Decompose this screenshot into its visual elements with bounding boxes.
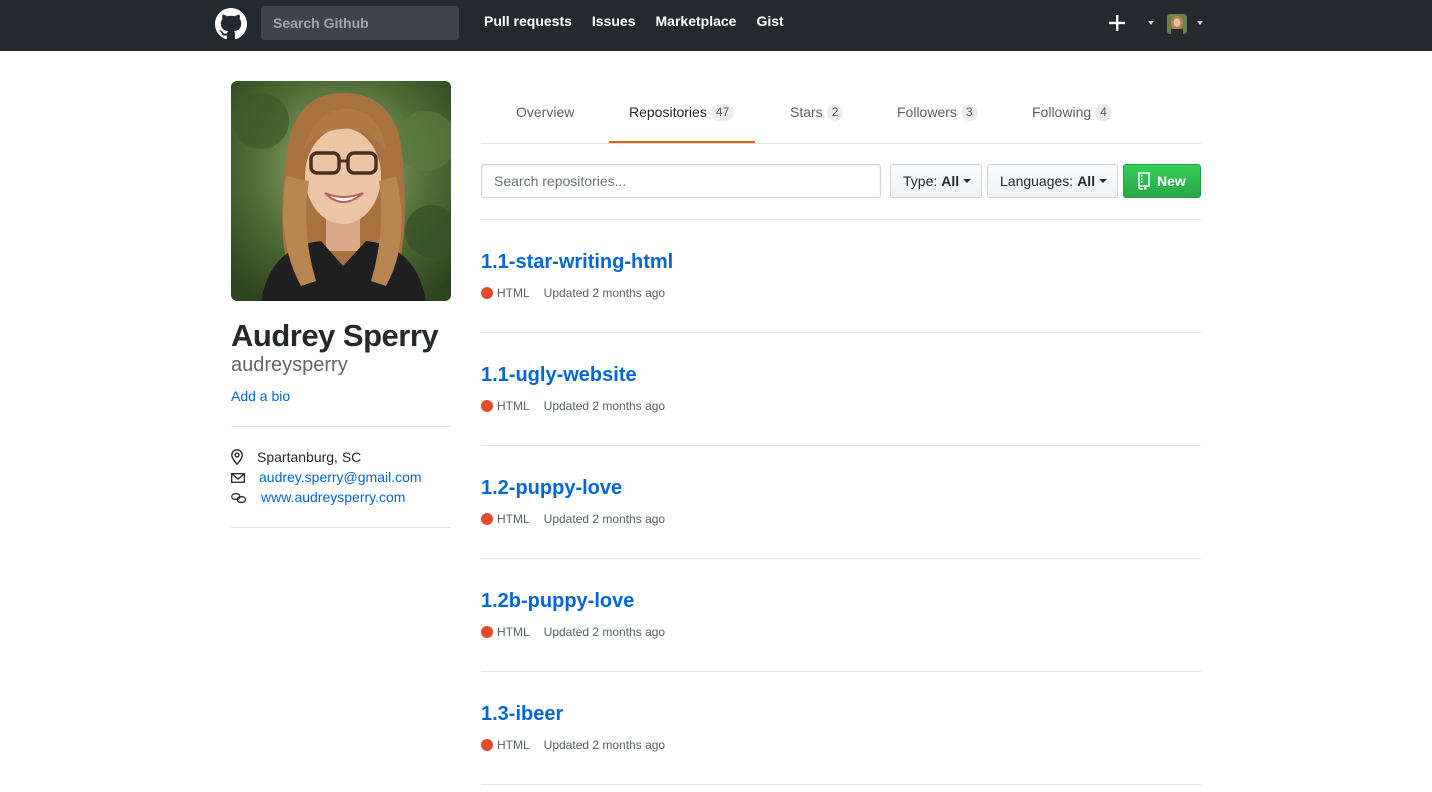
repo-updated: Updated 2 months ago	[543, 399, 666, 413]
tab-following[interactable]: Following 4	[1032, 102, 1112, 122]
languages-filter-dropdown[interactable]: Languages: All	[987, 164, 1118, 198]
list-bottom-divider	[481, 784, 1201, 785]
repo-language: HTML	[497, 738, 530, 752]
repositories-count-badge: 47	[710, 103, 735, 121]
profile-photo-image	[231, 81, 451, 301]
repo-updated: Updated 2 months ago	[543, 625, 666, 639]
repo-meta: HTML Updated 2 months ago	[481, 738, 665, 752]
global-search-placeholder: Search Github	[273, 15, 369, 31]
create-menu-chevron-down-icon[interactable]	[1148, 21, 1154, 25]
repo-language: HTML	[497, 625, 530, 639]
tab-overview-label: Overview	[516, 104, 575, 120]
profile-email: audrey.sperry@gmail.com	[231, 469, 422, 485]
header-avatar[interactable]	[1167, 14, 1187, 34]
repo-name-link[interactable]: 1.2b-puppy-love	[481, 590, 634, 613]
tab-overview[interactable]: Overview	[516, 102, 574, 122]
list-item: 1.2b-puppy-love HTML Updated 2 months ag…	[481, 558, 1201, 671]
tab-followers[interactable]: Followers 3	[897, 102, 978, 122]
new-button-label: New	[1157, 173, 1186, 189]
nav-issues[interactable]: Issues	[592, 13, 636, 29]
languages-filter-value: All	[1077, 173, 1096, 189]
followers-count-badge: 3	[960, 103, 978, 121]
tab-repositories-label: Repositories	[629, 104, 707, 120]
repo-meta: HTML Updated 2 months ago	[481, 625, 665, 639]
repository-search-input[interactable]	[481, 164, 881, 198]
tab-stars[interactable]: Stars 2	[790, 102, 844, 122]
languages-filter-label: Languages:	[1000, 173, 1074, 189]
new-repository-button[interactable]: New	[1123, 164, 1201, 198]
tab-stars-label: Stars	[790, 104, 823, 120]
language-color-dot	[481, 513, 493, 525]
repo-language: HTML	[497, 512, 530, 526]
type-chevron-down-icon	[963, 179, 972, 183]
language-color-dot	[481, 400, 493, 412]
type-filter-label: Type:	[903, 173, 938, 189]
add-bio-link[interactable]: Add a bio	[231, 388, 290, 404]
mail-icon	[231, 473, 245, 483]
nav-gist[interactable]: Gist	[756, 13, 783, 29]
global-search-input[interactable]: Search Github	[261, 6, 459, 40]
type-filter-value: All	[941, 173, 960, 189]
repo-language: HTML	[497, 286, 530, 300]
top-navigation-bar: Search Github Pull requests Issues Marke…	[0, 0, 1432, 51]
profile-full-name: Audrey Sperry	[231, 318, 439, 353]
repo-updated: Updated 2 months ago	[543, 286, 666, 300]
language-color-dot	[481, 287, 493, 299]
repo-name-link[interactable]: 1.3-ibeer	[481, 703, 563, 726]
profile-divider	[231, 426, 451, 427]
languages-chevron-down-icon	[1099, 179, 1108, 183]
list-item: 1.1-star-writing-html HTML Updated 2 mon…	[481, 219, 1201, 332]
website-link[interactable]: www.audreysperry.com	[261, 489, 405, 505]
profile-username: audreysperry	[231, 354, 348, 376]
language-color-dot	[481, 626, 493, 638]
list-item: 1.2-puppy-love HTML Updated 2 months ago	[481, 445, 1201, 558]
repo-updated: Updated 2 months ago	[543, 738, 666, 752]
repo-language: HTML	[497, 399, 530, 413]
user-menu-chevron-down-icon[interactable]	[1197, 21, 1203, 25]
profile-tabs: Overview Repositories 47 Stars 2 Followe…	[481, 81, 1201, 144]
repo-updated: Updated 2 months ago	[543, 512, 666, 526]
header-nav: Pull requests Issues Marketplace Gist	[484, 13, 804, 29]
nav-pull-requests[interactable]: Pull requests	[484, 13, 572, 29]
profile-website: www.audreysperry.com	[231, 489, 405, 505]
list-item: 1.3-ibeer HTML Updated 2 months ago	[481, 671, 1201, 784]
repo-meta: HTML Updated 2 months ago	[481, 399, 665, 413]
user-avatar-icon	[1167, 14, 1187, 34]
following-count-badge: 4	[1095, 103, 1112, 121]
repo-meta: HTML Updated 2 months ago	[481, 286, 665, 300]
link-icon	[231, 493, 247, 503]
selected-tab-underline	[609, 141, 755, 143]
type-filter-dropdown[interactable]: Type: All	[890, 164, 982, 198]
nav-marketplace[interactable]: Marketplace	[656, 13, 737, 29]
tab-following-label: Following	[1032, 104, 1092, 120]
location-icon	[231, 449, 243, 465]
repo-name-link[interactable]: 1.1-star-writing-html	[481, 251, 673, 274]
profile-location: Spartanburg, SC	[231, 449, 361, 465]
location-text: Spartanburg, SC	[257, 449, 362, 465]
repository-list: 1.1-star-writing-html HTML Updated 2 mon…	[481, 219, 1201, 784]
list-item: 1.1-ugly-website HTML Updated 2 months a…	[481, 332, 1201, 445]
stars-count-badge: 2	[826, 103, 844, 121]
tab-followers-label: Followers	[897, 104, 957, 120]
email-link[interactable]: audrey.sperry@gmail.com	[259, 469, 422, 485]
profile-details-divider	[231, 527, 451, 528]
repo-meta: HTML Updated 2 months ago	[481, 512, 665, 526]
github-logo-icon[interactable]	[215, 8, 247, 40]
repo-book-icon	[1138, 172, 1150, 190]
profile-photo	[231, 81, 451, 301]
repo-name-link[interactable]: 1.1-ugly-website	[481, 364, 637, 387]
tab-repositories[interactable]: Repositories 47	[629, 102, 735, 122]
plus-icon[interactable]	[1107, 13, 1127, 33]
repo-name-link[interactable]: 1.2-puppy-love	[481, 477, 622, 500]
language-color-dot	[481, 739, 493, 751]
